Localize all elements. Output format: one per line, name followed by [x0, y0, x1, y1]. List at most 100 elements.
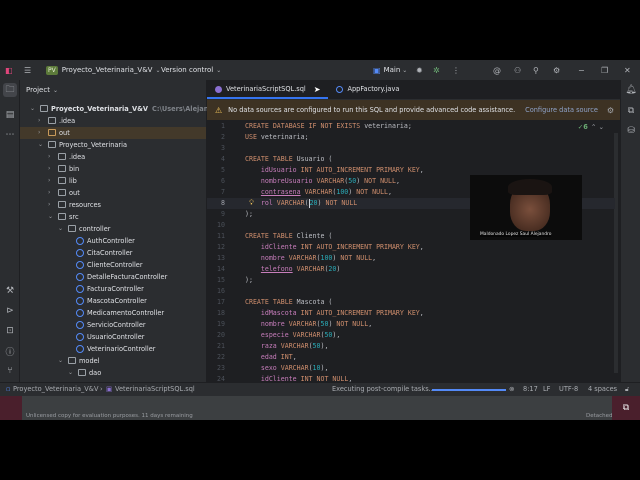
more-icon[interactable]: ⋮	[452, 66, 460, 75]
code-line[interactable]: 14 telefono VARCHAR(20)	[207, 264, 615, 275]
configure-data-source-link[interactable]: Configure data source	[525, 106, 598, 114]
search-icon[interactable]: ⚲	[533, 66, 539, 75]
tree-item-folder[interactable]: › out	[20, 187, 206, 199]
chevron-right-icon[interactable]: ›	[38, 115, 40, 127]
line-number[interactable]: 14	[207, 264, 225, 275]
tree-item-package[interactable]: ⌄ model	[20, 355, 206, 367]
tree-item-package[interactable]: ⌄ controller	[20, 223, 206, 235]
caret-position[interactable]: 8:17	[523, 385, 538, 393]
tree-item-module[interactable]: ⌄ Proyecto_Veterinaria_V&V C:\Users\Alejan…	[20, 103, 233, 115]
project-panel-header[interactable]: Project ⌄	[20, 80, 206, 100]
chevron-down-icon[interactable]: ⌄	[68, 367, 73, 379]
lock-icon[interactable]: 🔓︎	[625, 385, 629, 394]
project-tool-icon[interactable]: 🗀	[3, 83, 17, 97]
settings-icon[interactable]: ⚙	[553, 66, 560, 75]
close-icon[interactable]: ✕	[624, 66, 631, 75]
code-line[interactable]: 18 idMascota INT AUTO_INCREMENT PRIMARY …	[207, 308, 615, 319]
tree-item-class[interactable]: ServicioController	[20, 319, 206, 331]
debug-icon[interactable]: ✲	[433, 66, 440, 75]
tree-item-folder[interactable]: ⌄ Proyecto_Veterinaria	[20, 139, 206, 151]
line-number[interactable]: 7	[207, 187, 225, 198]
terminal-icon[interactable]: ⊡	[3, 324, 17, 338]
tree-item-class[interactable]: CitaController	[20, 247, 206, 259]
line-number[interactable]: 8	[207, 198, 225, 209]
tree-item-class[interactable]: ClienteController	[20, 259, 206, 271]
chevron-down-icon[interactable]: ⌄	[58, 223, 63, 235]
code-line[interactable]: 20 especie VARCHAR(50),	[207, 330, 615, 341]
code-line[interactable]: 13 nombre VARCHAR(100) NOT NULL,	[207, 253, 615, 264]
tab-veterinaria-script-sql[interactable]: VeterinariaScriptSQL.sql ➤	[207, 79, 329, 99]
build-icon[interactable]: ✹	[416, 66, 423, 75]
line-number[interactable]: 2	[207, 132, 225, 143]
structure-icon[interactable]: ▤	[3, 108, 17, 122]
tree-item-class[interactable]: VeterinarioController	[20, 343, 206, 355]
tree-item-folder[interactable]: › lib	[20, 175, 206, 187]
restore-icon[interactable]: ❐	[601, 66, 608, 75]
tree-item-folder[interactable]: › bin	[20, 163, 206, 175]
version-control-menu[interactable]: Version control ⌄	[161, 60, 221, 80]
tree-item-class[interactable]: MascotaController	[20, 295, 206, 307]
tab-appfactory-java[interactable]: AppFactory.java	[328, 79, 407, 99]
line-number[interactable]: 13	[207, 253, 225, 264]
line-number[interactable]: 22	[207, 352, 225, 363]
problems-icon[interactable]: ⓘ	[3, 344, 17, 358]
line-number[interactable]: 5	[207, 165, 225, 176]
more-tools-icon[interactable]: ⋯	[3, 128, 17, 142]
tree-item-class[interactable]: AuthController	[20, 235, 206, 247]
code-line[interactable]: 17 CREATE TABLE Mascota (	[207, 297, 615, 308]
tree-item-folder[interactable]: › .idea	[20, 115, 206, 127]
code-line[interactable]: 22 edad INT,	[207, 352, 615, 363]
tree-item-class[interactable]: UsuarioController	[20, 331, 206, 343]
chevron-right-icon[interactable]: ›	[48, 175, 50, 187]
code-line[interactable]: 1 CREATE DATABASE IF NOT EXISTS veterinar…	[207, 121, 615, 132]
code-line[interactable]: 15);	[207, 275, 615, 286]
line-number[interactable]: 16	[207, 286, 225, 297]
project-switcher[interactable]: PV Proyecto_Veterinaria_V&V ⌄	[46, 60, 161, 80]
tree-item-folder[interactable]: › resources	[20, 199, 206, 211]
chevron-down-icon[interactable]: ⌄	[38, 139, 43, 151]
line-number[interactable]: 19	[207, 319, 225, 330]
code-line[interactable]: 16	[207, 286, 615, 297]
line-number[interactable]: 15	[207, 275, 225, 286]
line-number[interactable]: 20	[207, 330, 225, 341]
code-line[interactable]: 23 sexo VARCHAR(10),	[207, 363, 615, 374]
code-line[interactable]: 3	[207, 143, 615, 154]
add-user-icon[interactable]: ⚇	[514, 66, 521, 75]
line-number[interactable]: 10	[207, 220, 225, 231]
taskbar-app-icon[interactable]: ⧉	[612, 396, 640, 420]
code-line[interactable]: 12 idCliente INT AUTO_INCREMENT PRIMARY …	[207, 242, 615, 253]
background-task-label[interactable]: Executing post-compile tasks...	[332, 385, 435, 393]
chevron-down-icon[interactable]: ⌄	[48, 211, 53, 223]
chevron-right-icon[interactable]: ›	[48, 151, 50, 163]
minimize-icon[interactable]: −	[578, 66, 585, 75]
run-config-select[interactable]: ▣ Main ⌄	[373, 60, 407, 80]
tree-item-class[interactable]: MedicamentoController	[20, 307, 206, 319]
chevron-down-icon[interactable]: ⌄	[30, 103, 35, 115]
code-area[interactable]: ✓6 ⌃ ⌄ 1 CREATE DATABASE IF NOT EXISTS vet…	[207, 121, 620, 383]
line-number[interactable]: 3	[207, 143, 225, 154]
tree-item-class[interactable]: DetalleFacturaController	[20, 271, 206, 283]
build-tool-icon[interactable]: ⚒	[3, 284, 17, 298]
intellij-logo-icon[interactable]: ◧	[5, 66, 13, 75]
tree-item-folder[interactable]: › out	[20, 127, 206, 139]
ai-chat-icon[interactable]: ⧉	[624, 104, 638, 118]
code-line[interactable]: 2 USE veterinaria;	[207, 132, 615, 143]
code-line[interactable]: 19 nombre VARCHAR(50) NOT NULL,	[207, 319, 615, 330]
line-number[interactable]: 6	[207, 176, 225, 187]
hamburger-menu-icon[interactable]: ☰	[24, 66, 31, 75]
line-number[interactable]: 11	[207, 231, 225, 242]
chevron-down-icon[interactable]: ⌄	[58, 355, 63, 367]
settings-icon[interactable]: ⚙	[607, 106, 614, 115]
cancel-task-icon[interactable]: ⊗	[509, 385, 515, 393]
git-icon[interactable]: ⑂	[3, 364, 17, 378]
indent-setting[interactable]: 4 spaces	[588, 385, 617, 393]
tree-item-package[interactable]: ⌄ dao	[20, 367, 206, 379]
breadcrumb-project[interactable]: Proyecto_Veterinaria_V&V	[13, 385, 98, 393]
tree-item-folder[interactable]: › .idea	[20, 151, 206, 163]
ai-assistant-icon[interactable]: @	[493, 66, 501, 75]
file-encoding[interactable]: UTF-8	[559, 385, 578, 393]
line-separator[interactable]: LF	[543, 385, 550, 393]
chevron-right-icon[interactable]: ›	[48, 199, 50, 211]
run-tool-icon[interactable]: ⊳	[3, 304, 17, 318]
code-line[interactable]: 4 CREATE TABLE Usuario (	[207, 154, 615, 165]
